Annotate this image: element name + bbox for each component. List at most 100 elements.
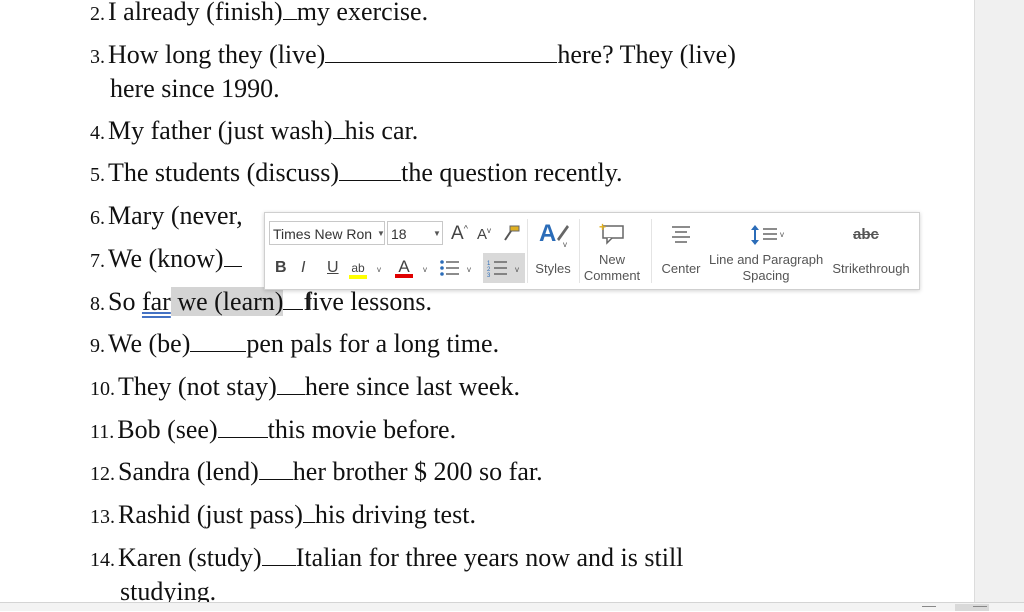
question-number: 2.	[90, 3, 105, 25]
question-text: Sandra (lend)	[118, 457, 259, 486]
mini-formatting-toolbar: Times New Ron ▼ 18 ▼ A^ Av A v Styles + …	[264, 212, 920, 290]
question-text: five lessons.	[303, 287, 432, 316]
question-3: 3. How long they (live) here? They (live)	[90, 40, 736, 72]
center-align-icon[interactable]	[669, 223, 693, 250]
shrink-font-icon[interactable]: Av	[477, 226, 491, 243]
answer-blank	[283, 287, 304, 310]
new-comment-label-1: New	[598, 252, 625, 267]
bullets-dropdown-icon[interactable]: v	[467, 265, 471, 274]
question-10: 10. They (not stay) here since last week.	[90, 372, 520, 404]
question-text: pen pals for a long time.	[246, 329, 500, 358]
shrink-font-glyph: A	[477, 226, 488, 243]
question-text: her brother $ 200 so far.	[292, 457, 543, 486]
question-text: Italian for three years now and is still	[295, 543, 684, 572]
question-number: 3.	[90, 46, 105, 68]
answer-blank	[217, 415, 268, 438]
question-text: here since last week.	[304, 372, 520, 401]
question-text: They (not stay)	[118, 372, 277, 401]
answer-blank	[325, 40, 558, 63]
question-13: 13. Rashid (just pass) his driving test.	[90, 500, 476, 532]
view-web-layout-icon[interactable]	[973, 606, 987, 612]
line-spacing-button[interactable]: Line and Paragraph Spacing	[709, 252, 823, 284]
question-14: 14. Karen (study) Italian for three years …	[90, 543, 683, 575]
grammar-flag-word[interactable]: far	[142, 287, 171, 316]
answer-blank	[258, 457, 293, 480]
question-text: this movie before.	[267, 415, 457, 444]
question-text: here since 1990.	[110, 74, 280, 103]
question-3-continued: here since 1990.	[110, 74, 280, 104]
strikethrough-button[interactable]: Strikethrough	[827, 261, 915, 277]
question-text: Bob (see)	[117, 415, 218, 444]
question-8: 8. So far we (learn) five lessons.	[90, 287, 432, 319]
highlight-glyph: ab	[351, 261, 365, 275]
numbering-icon[interactable]: 1 2 3	[487, 259, 509, 282]
question-text: We (know)	[108, 244, 224, 273]
document-page[interactable]: 2. I already (finish) my exercise. 3. How l…	[0, 0, 974, 602]
question-text: How long they (live)	[108, 40, 326, 69]
question-number: 6.	[90, 207, 105, 229]
line-spacing-label-2: Spacing	[742, 268, 790, 283]
font-size-dropdown-icon[interactable]: ▼	[433, 229, 441, 238]
question-7: 7. We (know)	[90, 244, 242, 276]
highlight-dropdown-icon[interactable]: v	[377, 265, 381, 274]
font-name-box[interactable]: Times New Ron	[269, 221, 385, 245]
question-text: his driving test.	[314, 500, 476, 529]
question-text: here? They (live)	[557, 40, 736, 69]
selected-text[interactable]: we (learn)	[170, 287, 284, 316]
new-comment-button[interactable]: New Comment	[581, 252, 643, 284]
question-12: 12. Sandra (lend) her brother $ 200 so far…	[90, 457, 543, 489]
svg-text:+: +	[599, 221, 606, 234]
question-number: 11.	[90, 421, 115, 443]
question-9: 9. We (be) pen pals for a long time.	[90, 329, 499, 361]
line-spacing-icon[interactable]: v	[749, 223, 789, 252]
numbering-dropdown-icon[interactable]: v	[515, 265, 519, 274]
font-color-glyph: A	[398, 257, 410, 276]
new-comment-icon[interactable]: +	[599, 220, 627, 250]
font-name-dropdown-icon[interactable]: ▼	[377, 229, 385, 238]
format-painter-icon[interactable]	[501, 223, 521, 248]
font-color-dropdown-icon[interactable]: v	[423, 265, 427, 274]
question-4: 4. My father (just wash) his car.	[90, 116, 418, 148]
grow-font-icon[interactable]: A^	[451, 223, 468, 245]
question-5: 5. The students (discuss) the question rec…	[90, 158, 623, 190]
answer-blank	[261, 543, 296, 566]
answer-blank	[302, 500, 315, 523]
bullets-icon[interactable]	[439, 259, 461, 282]
question-number: 14.	[90, 549, 115, 571]
question-text: his car.	[344, 116, 419, 145]
italic-button[interactable]: I	[301, 259, 305, 277]
answer-blank	[223, 244, 242, 267]
question-number: 13.	[90, 506, 115, 528]
question-6: 6. Mary (never,	[90, 201, 243, 233]
question-text: Mary (never,	[108, 201, 243, 230]
question-text: I already (finish)	[108, 0, 283, 26]
new-comment-label-2: Comment	[583, 268, 641, 283]
styles-button[interactable]: Styles	[533, 261, 573, 277]
question-text: the question recently.	[401, 158, 623, 187]
question-14-continued: studying.	[120, 577, 217, 602]
underline-button[interactable]: U	[327, 259, 339, 277]
question-number: 7.	[90, 250, 105, 272]
answer-blank	[339, 158, 402, 181]
bold-button[interactable]: B	[275, 259, 287, 277]
question-number: 12.	[90, 463, 115, 485]
question-text: So	[108, 287, 142, 316]
styles-icon[interactable]: A v	[537, 219, 571, 254]
answer-blank	[276, 372, 305, 395]
question-number: 4.	[90, 122, 105, 144]
question-text: We (be)	[108, 329, 191, 358]
question-number: 9.	[90, 335, 105, 357]
font-color-icon[interactable]: A	[395, 257, 413, 278]
question-number: 10.	[90, 378, 115, 400]
question-number: 5.	[90, 164, 105, 186]
svg-text:v: v	[563, 240, 567, 249]
answer-blank	[190, 329, 247, 352]
center-button[interactable]: Center	[659, 261, 703, 277]
strikethrough-icon[interactable]: abc	[853, 226, 879, 243]
right-gutter	[974, 0, 1024, 602]
answer-blank	[332, 116, 345, 139]
font-name-value: Times New Ron	[273, 226, 373, 242]
highlight-icon[interactable]: ab	[349, 257, 367, 279]
grow-font-glyph: A	[451, 223, 464, 244]
view-read-mode-icon[interactable]	[922, 606, 936, 612]
